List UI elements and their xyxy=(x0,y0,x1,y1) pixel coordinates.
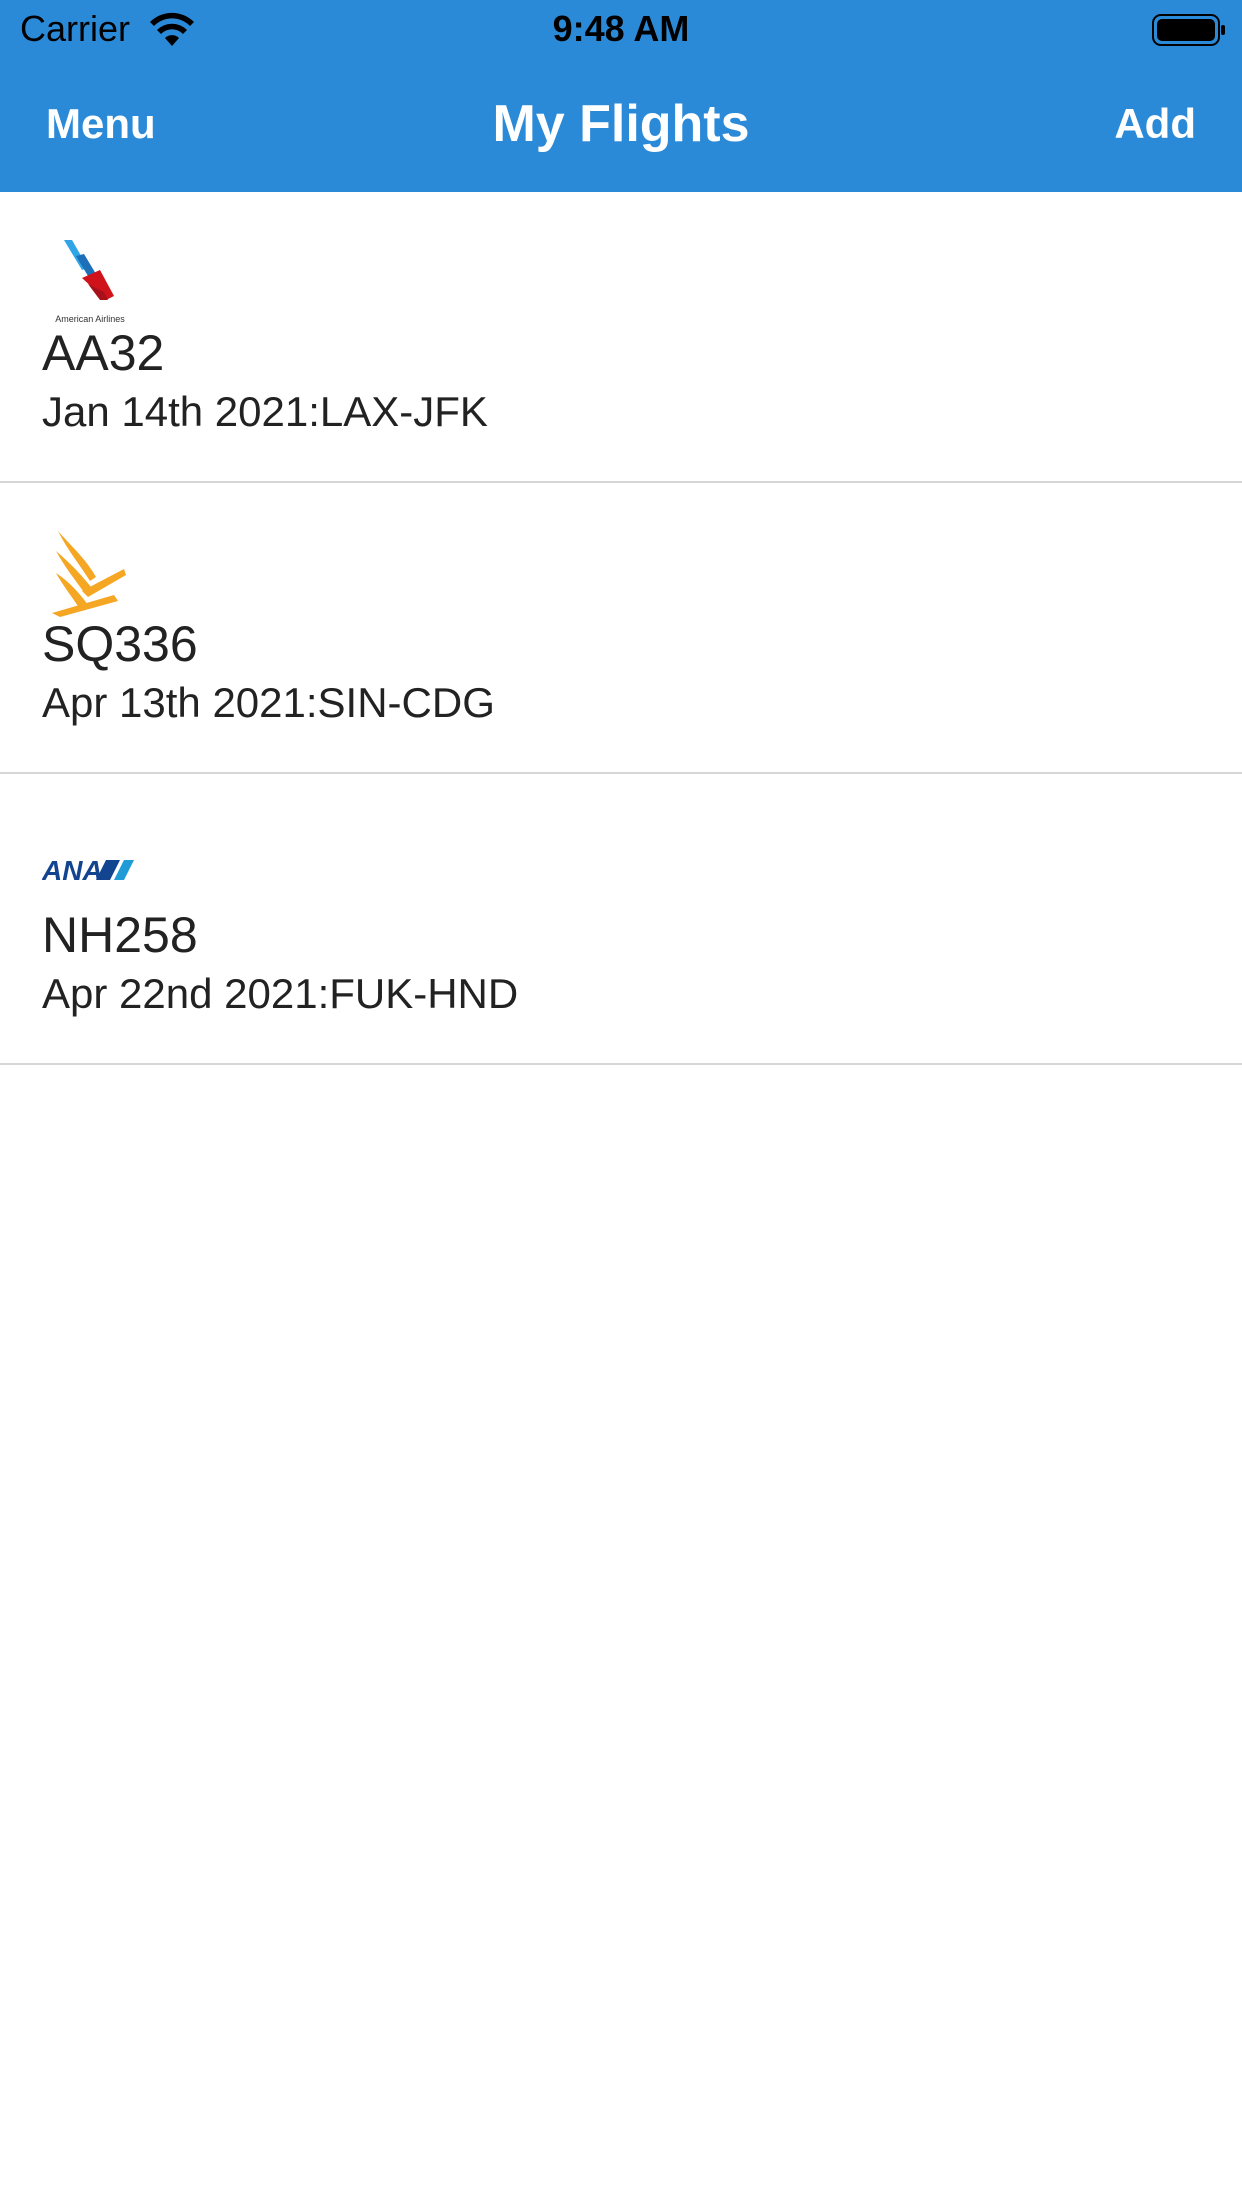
add-button[interactable]: Add xyxy=(1114,100,1196,148)
flight-row[interactable]: ANA NH258 Apr 22nd 2021:FUK-HND xyxy=(0,774,1242,1065)
clock: 9:48 AM xyxy=(552,8,690,49)
flight-number: NH258 xyxy=(42,907,198,963)
flight-row[interactable]: American Airlines AA32 Jan 14th 2021:LAX… xyxy=(0,192,1242,483)
singapore-airlines-logo-icon xyxy=(52,531,126,617)
flight-row[interactable]: SQ336 Apr 13th 2021:SIN-CDG xyxy=(0,483,1242,774)
page-title: My Flights xyxy=(492,95,750,153)
american-airlines-logo-text: American Airlines xyxy=(55,314,125,324)
flight-details: Jan 14th 2021:LAX-JFK xyxy=(42,388,488,435)
flight-number: AA32 xyxy=(42,325,165,381)
battery-icon xyxy=(1152,14,1225,46)
status-bar: Carrier 9:48 AM xyxy=(0,0,1242,60)
flight-list: American Airlines AA32 Jan 14th 2021:LAX… xyxy=(0,192,1242,1065)
nav-bar: Menu My Flights Add xyxy=(0,60,1242,192)
flight-details: Apr 22nd 2021:FUK-HND xyxy=(42,970,519,1017)
ana-logo-text: ANA xyxy=(42,855,103,886)
flight-number: SQ336 xyxy=(42,616,198,672)
ana-logo-icon: ANA xyxy=(42,855,134,886)
header: Carrier 9:48 AM Menu My Flights Add xyxy=(0,0,1242,192)
screen: Carrier 9:48 AM Menu My Flights Add Amer… xyxy=(0,0,1242,2208)
american-airlines-logo-icon: American Airlines xyxy=(55,240,125,324)
flight-details: Apr 13th 2021:SIN-CDG xyxy=(42,679,495,726)
